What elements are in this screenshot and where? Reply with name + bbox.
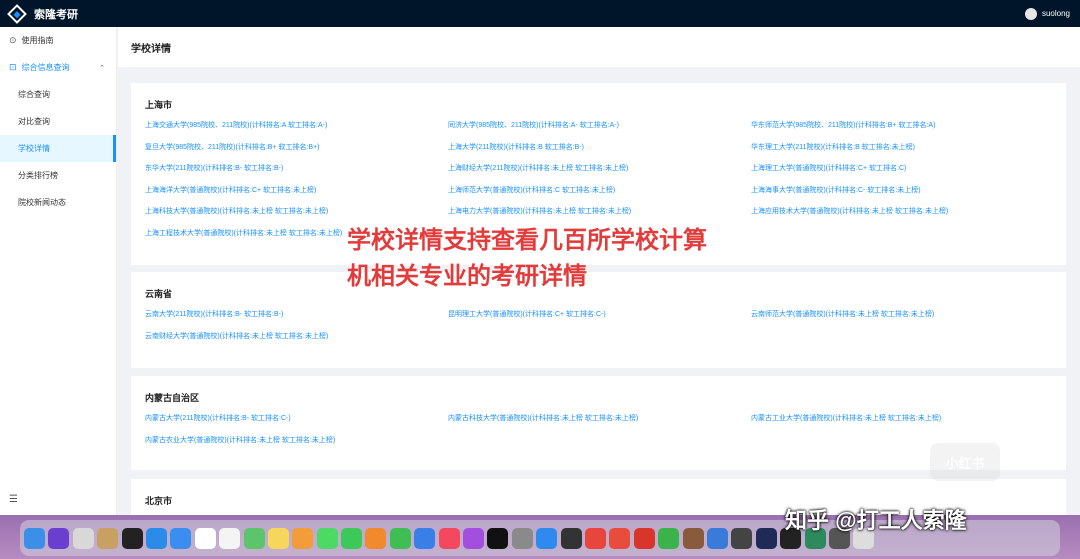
school-link[interactable]: 上海海事大学(普通院校)(计科排名:C- 软工排名:未上榜) (751, 185, 1054, 207)
system-preferences-icon[interactable] (511, 527, 533, 549)
watermark-badge: 小红书 (930, 443, 1000, 481)
music-icon[interactable] (438, 527, 460, 549)
notes-icon[interactable] (267, 527, 289, 549)
school-link[interactable]: 上海理工大学(普通院校)(计科排名:C+ 软工排名:C) (751, 163, 1054, 185)
sidebar-item-label: 学校详情 (18, 144, 50, 153)
messages-icon[interactable] (316, 527, 338, 549)
app-icon-3[interactable] (731, 527, 753, 549)
top-header: 索隆考研 suolong (0, 0, 1080, 27)
school-link[interactable]: 云南大学(211院校)(计科排名:B- 软工排名:B-) (145, 309, 448, 331)
school-link[interactable]: 内蒙古农业大学(普通院校)(计科排名:未上榜 软工排名:未上榜) (145, 435, 448, 457)
sidebar-item-label: 分类排行榜 (18, 171, 58, 180)
overlay-caption: 学校详情支持查看几百所学校计算机相关专业的考研详情 (347, 226, 707, 290)
tv-icon[interactable] (487, 527, 509, 549)
avatar[interactable] (1024, 7, 1037, 20)
keynote-icon[interactable] (414, 527, 436, 549)
sidebar-item-news[interactable]: 院校新闻动态 (0, 189, 116, 216)
school-link[interactable]: 上海财经大学(211院校)(计科排名:未上榜 软工排名:未上榜) (448, 163, 751, 185)
school-link[interactable]: 上海海洋大学(普通院校)(计科排名:C+ 软工排名:未上榜) (145, 185, 448, 207)
sidebar-item-overall-query[interactable]: 综合查询 (0, 81, 116, 108)
school-grid: 内蒙古大学(211院校)(计科排名:B- 软工排名:C-) 内蒙古科技大学(普通… (145, 413, 1052, 456)
sidebar-item-label: 使用指南 (21, 36, 54, 45)
menu-collapse-icon[interactable]: ☰ (9, 494, 18, 505)
school-link[interactable]: 内蒙古大学(211院校)(计科排名:B- 软工排名:C-) (145, 413, 448, 435)
school-link[interactable]: 上海应用技术大学(普通院校)(计科排名:未上榜 软工排名:未上榜) (751, 206, 1054, 228)
launchpad-icon[interactable] (72, 527, 94, 549)
sidebar-group-query[interactable]: ⊡ 综合信息查询 ⌃ (0, 54, 116, 81)
notes-app-icon[interactable] (97, 527, 119, 549)
region-title: 内蒙古自治区 (145, 393, 200, 403)
watermark-text: 知乎 @打工人索隆 (785, 508, 967, 533)
school-link[interactable]: 云南师范大学(普通院校)(计科排名:未上榜 软工排名:未上榜) (751, 309, 1054, 331)
school-link[interactable]: 昆明理工大学(普通院校)(计科排名:C+ 软工排名:C-) (448, 309, 751, 331)
podcasts-icon[interactable] (463, 527, 485, 549)
sidebar-item-guide[interactable]: ⊙ 使用指南 (0, 27, 116, 54)
xmind-icon[interactable] (609, 527, 631, 549)
user-menu[interactable]: suolong (1024, 7, 1070, 20)
calendar-icon[interactable] (194, 527, 216, 549)
chrome-icon[interactable] (584, 527, 606, 549)
sidebar: ⊙ 使用指南 ⊡ 综合信息查询 ⌃ 综合查询 对比查询 学校详情 分类排行榜 院… (0, 27, 117, 515)
logo-icon (7, 3, 27, 24)
sidebar-item-compare-query[interactable]: 对比查询 (0, 108, 116, 135)
username: suolong (1041, 9, 1070, 18)
photos-icon[interactable] (292, 527, 314, 549)
help-circle-icon: ⊙ (9, 35, 17, 45)
page-title: 学校详情 (118, 27, 1080, 67)
utility-icon[interactable] (560, 527, 582, 549)
app-title: 索隆考研 (34, 8, 78, 21)
chevron-up-icon: ⌃ (99, 64, 105, 72)
app-icon[interactable] (682, 527, 704, 549)
school-link[interactable]: 同济大学(985院校、211院校)(计科排名:A- 软工排名:A-) (448, 120, 751, 142)
region-card-inner-mongolia: 内蒙古自治区 内蒙古大学(211院校)(计科排名:B- 软工排名:C-) 内蒙古… (131, 376, 1066, 470)
facetime-icon[interactable] (341, 527, 363, 549)
app-store-icon[interactable] (536, 527, 558, 549)
school-link[interactable]: 内蒙古科技大学(普通院校)(计科排名:未上榜 软工排名:未上榜) (448, 413, 751, 435)
school-link[interactable]: 上海师范大学(普通院校)(计科排名:C 软工排名:未上榜) (448, 185, 751, 207)
safari-icon[interactable] (145, 527, 167, 549)
school-link[interactable]: 上海交通大学(985院校、211院校)(计科排名:A 软工排名:A-) (145, 120, 448, 142)
wechat-icon[interactable] (658, 527, 680, 549)
mail-icon[interactable] (170, 527, 192, 549)
sidebar-item-school-detail[interactable]: 学校详情 (0, 135, 116, 162)
school-link[interactable]: 华东师范大学(985院校、211院校)(计科排名:B+ 软工排名:A) (751, 120, 1054, 142)
sidebar-item-label: 对比查询 (18, 117, 50, 126)
sidebar-item-label: 院校新闻动态 (18, 198, 66, 207)
database-icon: ⊡ (9, 62, 17, 72)
school-link[interactable]: 内蒙古工业大学(普通院校)(计科排名:未上榜 软工排名:未上榜) (751, 413, 1054, 435)
region-title: 上海市 (145, 100, 173, 110)
school-link[interactable]: 华东理工大学(211院校)(计科排名:B 软工排名:未上榜) (751, 142, 1054, 164)
school-link[interactable]: 上海大学(211院校)(计科排名:B 软工排名:B-) (448, 142, 751, 164)
wps-icon[interactable] (633, 527, 655, 549)
numbers-icon[interactable] (389, 527, 411, 549)
sidebar-item-ranking[interactable]: 分类排行榜 (0, 162, 116, 189)
school-link[interactable]: 复旦大学(985院校、211院校)(计科排名:B+ 软工排名:B+) (145, 142, 448, 164)
school-link[interactable]: 东华大学(211院校)(计科排名:B- 软工排名:B-) (145, 163, 448, 185)
maps-icon[interactable] (243, 527, 265, 549)
terminal-icon[interactable] (121, 527, 143, 549)
school-grid: 云南大学(211院校)(计科排名:B- 软工排名:B-) 昆明理工大学(普通院校… (145, 309, 1052, 352)
sidebar-item-label: 综合信息查询 (21, 63, 70, 72)
webstorm-icon[interactable] (755, 527, 777, 549)
school-link[interactable]: 云南财经大学(普通院校)(计科排名:未上榜 软工排名:未上榜) (145, 331, 448, 353)
siri-icon[interactable] (48, 527, 70, 549)
app-icon-2[interactable] (706, 527, 728, 549)
sidebar-item-label: 综合查询 (18, 90, 50, 99)
finder-icon[interactable] (24, 527, 45, 549)
reminders-icon[interactable] (219, 527, 241, 549)
pages-icon[interactable] (365, 527, 387, 549)
